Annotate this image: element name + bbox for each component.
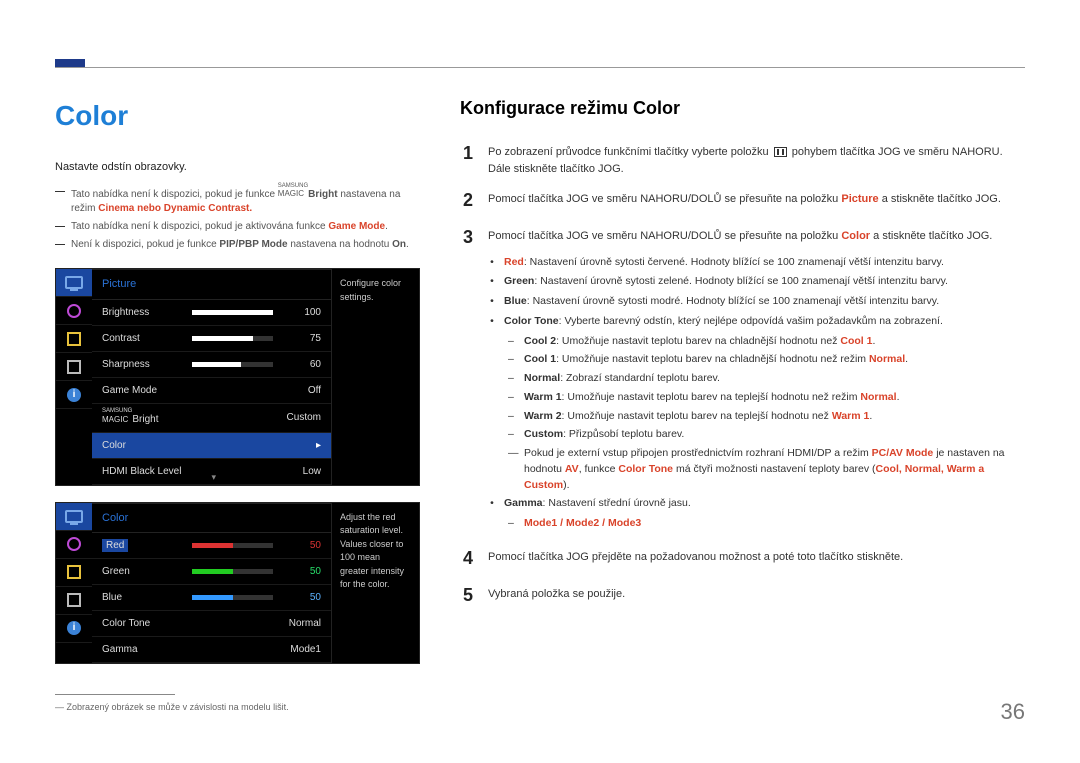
step-body: Pomocí tlačítka JOG ve směru NAHORU/DOLŮ…	[488, 224, 1025, 535]
step-body: Po zobrazení průvodce funkčními tlačítky…	[488, 140, 1025, 177]
section-desc: Nastavte odstín obrazovky.	[55, 159, 420, 176]
info-icon: i	[56, 615, 92, 643]
osd-row-gamemode: Game ModeOff	[92, 378, 331, 404]
page-number: 36	[1001, 695, 1025, 728]
sub-cool1: ‒Cool 1: Umožňuje nastavit teplotu barev…	[508, 352, 1025, 368]
note-text: Tato nabídka není k dispozici, pokud je …	[71, 184, 420, 217]
monitor-icon	[56, 269, 92, 297]
sub-cool2: ‒Cool 2: Umožňuje nastavit teplotu barev…	[508, 334, 1025, 350]
osd-header: Picture	[92, 269, 331, 300]
gear-icon	[56, 297, 92, 325]
osd-color-menu: i Color Red50 Green50 Blue50 Color ToneN…	[55, 502, 420, 665]
sub-normal: ‒Normal: Zobrazí standardní teplotu bare…	[508, 371, 1025, 387]
step-body: Pomocí tlačítka JOG přejděte na požadova…	[488, 545, 1025, 572]
bullet-blue: •Blue: Nastavení úrovně sytosti modré. H…	[488, 294, 1025, 310]
step-number: 4	[460, 545, 476, 572]
note-text: Není k dispozici, pokud je funkce PIP/PB…	[71, 237, 409, 252]
osd-row-blue: Blue50	[92, 585, 331, 611]
colortone-sublist: ‒Cool 2: Umožňuje nastavit teplotu barev…	[508, 334, 1025, 444]
gear-icon	[56, 531, 92, 559]
dash-icon: ―	[55, 184, 65, 217]
page-content: Color Nastavte odstín obrazovky. ― Tato …	[0, 0, 1080, 715]
step-body: Pomocí tlačítka JOG ve směru NAHORU/DOLŮ…	[488, 187, 1025, 214]
osd-row-brightness: Brightness100	[92, 300, 331, 326]
dash-icon: ―	[55, 219, 65, 234]
magic-prefix: SAMSUNGMAGIC	[278, 184, 308, 201]
osd-row-color: Color▸	[92, 433, 331, 459]
bullet-red: •Red: Nastavení úrovně sytosti červené. …	[488, 255, 1025, 271]
right-column: Konfigurace režimu Color 1 Po zobrazení …	[460, 95, 1025, 715]
osd-main: Color Red50 Green50 Blue50 Color ToneNor…	[92, 503, 331, 664]
gamma-sublist: ‒Mode1 / Mode2 / Mode3	[508, 516, 1025, 532]
osd-main: Picture Brightness100 Contrast75 Sharpne…	[92, 269, 331, 484]
osd-row-colortone: Color ToneNormal	[92, 611, 331, 637]
sub-warm2: ‒Warm 2: Umožňuje nastavit teplotu barev…	[508, 409, 1025, 425]
osd-header: Color	[92, 503, 331, 534]
osd-help: Configure color settings.	[331, 269, 419, 484]
note-item: ― Není k dispozici, pokud je funkce PIP/…	[55, 237, 420, 252]
osd-sidebar: i	[56, 503, 92, 664]
osd-row-red: Red50	[92, 533, 331, 559]
step-4: 4 Pomocí tlačítka JOG přejděte na požado…	[460, 545, 1025, 572]
steps-list: 1 Po zobrazení průvodce funkčními tlačít…	[460, 140, 1025, 609]
availability-notes: ― Tato nabídka není k dispozici, pokud j…	[55, 184, 420, 253]
step-3: 3 Pomocí tlačítka JOG ve směru NAHORU/DO…	[460, 224, 1025, 535]
info-icon: i	[56, 381, 92, 409]
footnote-separator	[55, 694, 175, 695]
monitor-icon	[56, 503, 92, 531]
grid-icon	[56, 325, 92, 353]
menu-icon	[774, 147, 787, 157]
header-accent-block	[55, 59, 85, 67]
bullet-colortone: •Color Tone: Vyberte barevný odstín, kte…	[488, 314, 1025, 330]
osd-row-contrast: Contrast75	[92, 326, 331, 352]
osd-sidebar: i	[56, 269, 92, 484]
step-number: 5	[460, 582, 476, 609]
step-number: 3	[460, 224, 476, 535]
step-2: 2 Pomocí tlačítka JOG ve směru NAHORU/DO…	[460, 187, 1025, 214]
sub-custom: ‒Custom: Přizpůsobí teplotu barev.	[508, 427, 1025, 443]
dash-icon: ―	[55, 237, 65, 252]
osd-row-hdmibl: HDMI Black LevelLow▾	[92, 459, 331, 485]
settings-icon	[56, 587, 92, 615]
footnote: ― Zobrazený obrázek se může v závislosti…	[55, 701, 420, 715]
bullet-gamma: •Gamma: Nastavení střední úrovně jasu.	[488, 496, 1025, 512]
osd-row-sharpness: Sharpness60	[92, 352, 331, 378]
step-number: 2	[460, 187, 476, 214]
note-item: ― Tato nabídka není k dispozici, pokud j…	[55, 184, 420, 217]
bullet-green: •Green: Nastavení úrovně sytosti zelené.…	[488, 274, 1025, 290]
osd-help: Adjust the red saturation level. Values …	[331, 503, 419, 664]
step-number: 1	[460, 140, 476, 177]
header-rule	[55, 67, 1025, 68]
note-text: Tato nabídka není k dispozici, pokud je …	[71, 219, 388, 234]
osd-row-gamma: GammaMode1	[92, 637, 331, 663]
step-1: 1 Po zobrazení průvodce funkčními tlačít…	[460, 140, 1025, 177]
option-bullets: •Red: Nastavení úrovně sytosti červené. …	[488, 255, 1025, 532]
step-body: Vybraná položka se použije.	[488, 582, 1025, 609]
settings-icon	[56, 353, 92, 381]
grid-icon	[56, 559, 92, 587]
left-column: Color Nastavte odstín obrazovky. ― Tato …	[55, 95, 420, 715]
procedure-title: Konfigurace režimu Color	[460, 95, 1025, 122]
colortone-note: ― Pokud je externí vstup připojen prostř…	[508, 446, 1025, 493]
osd-row-magicbright: SAMSUNGMAGICBrightCustom	[92, 404, 331, 433]
osd-row-green: Green50	[92, 559, 331, 585]
osd-picture-menu: i Picture Brightness100 Contrast75 Sharp…	[55, 268, 420, 485]
section-title: Color	[55, 95, 420, 137]
sub-warm1: ‒Warm 1: Umožňuje nastavit teplotu barev…	[508, 390, 1025, 406]
note-item: ― Tato nabídka není k dispozici, pokud j…	[55, 219, 420, 234]
step-5: 5 Vybraná položka se použije.	[460, 582, 1025, 609]
